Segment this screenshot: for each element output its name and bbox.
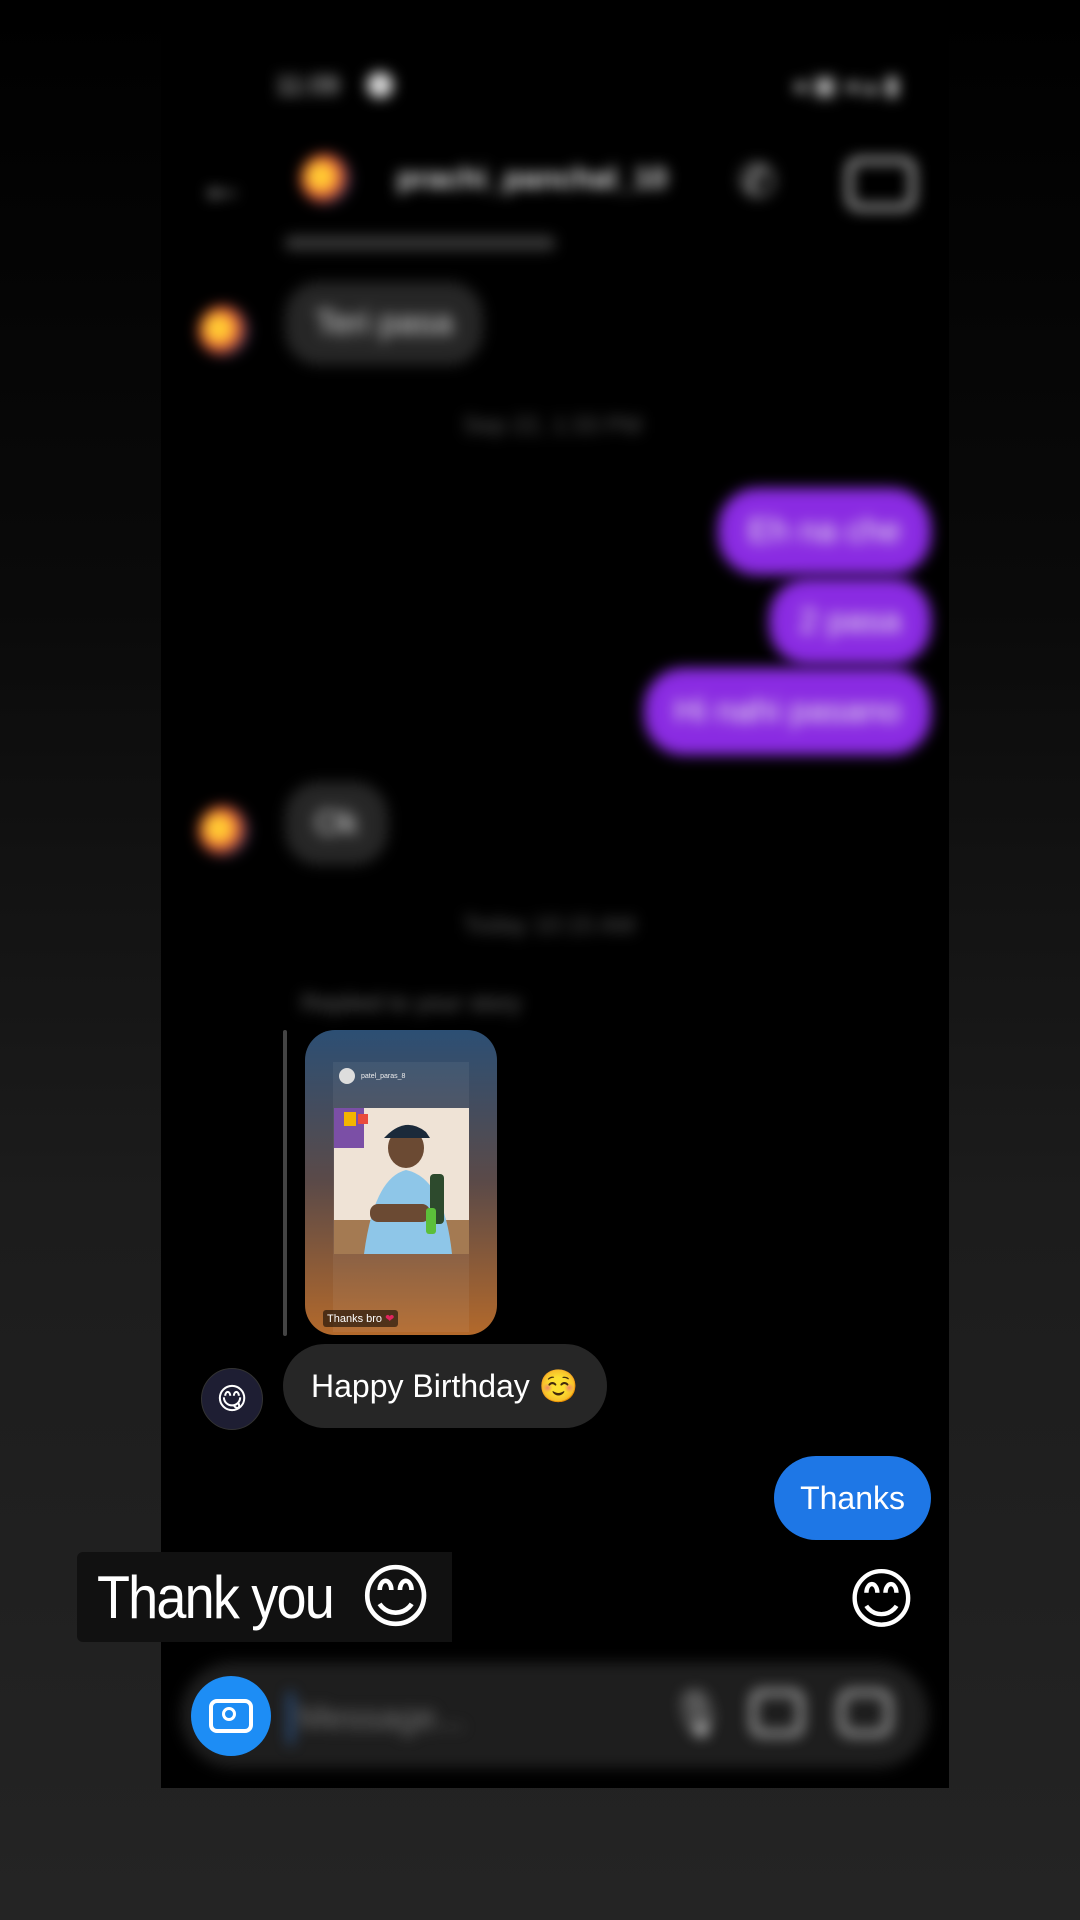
status-icons: ◂ ▣ ◂ ▴ ▮ — [792, 70, 899, 100]
phone-call-icon[interactable]: ✆ — [739, 156, 776, 207]
video-call-icon[interactable] — [847, 158, 915, 210]
story-photo — [334, 1108, 469, 1254]
incoming-message[interactable]: Happy Birthday ☺️ — [283, 1344, 607, 1428]
story-caption-text: Thanks bro — [327, 1313, 383, 1325]
overlay-caption-text: Thank you — [97, 1563, 335, 1631]
heart-icon: ❤ — [385, 1313, 395, 1325]
status-bar: 11:09 ◂ ▣ ◂ ▴ ▮ — [161, 62, 949, 112]
chat-subtext — [285, 236, 555, 250]
story-username: patel_paras_8 — [361, 1072, 406, 1080]
camera-button[interactable] — [191, 1676, 271, 1756]
status-time: 11:09 — [276, 70, 340, 100]
notification-dot-icon — [367, 72, 393, 98]
emoji-message[interactable]: 😊 — [847, 1566, 916, 1632]
chat-username[interactable]: prachi_panchal_10 — [397, 162, 667, 196]
incoming-message[interactable]: Teri pasa — [285, 282, 483, 365]
sticker-icon[interactable] — [839, 1690, 891, 1736]
message-input[interactable] — [289, 1692, 620, 1744]
story-caption: Thanks bro ❤ — [323, 1310, 399, 1327]
overlay-caption: Thank you 😊 — [77, 1552, 453, 1642]
phone-screen: 11:09 ◂ ▣ ◂ ▴ ▮ ← prachi_panchal_10 ✆ Te… — [161, 0, 949, 1788]
timestamp: Sep 22, 1:33 PM — [463, 412, 642, 439]
replied-to-story-label: Replied to your story — [301, 990, 522, 1017]
header-avatar[interactable] — [301, 154, 351, 204]
story-avatar — [339, 1068, 355, 1084]
story-reply-card[interactable]: patel_paras_8 Thanks bro ❤ — [305, 1030, 497, 1335]
timestamp: Today 10:15 AM — [463, 912, 636, 939]
story-photo-image — [334, 1108, 469, 1254]
camera-icon — [209, 1699, 253, 1733]
microphone-icon[interactable]: 🎙 — [669, 1688, 725, 1740]
outgoing-message[interactable]: Eh na che — [717, 488, 931, 575]
back-arrow-icon[interactable]: ← — [199, 158, 245, 212]
incoming-message[interactable]: Ok — [285, 782, 389, 865]
sender-avatar[interactable] — [199, 806, 249, 856]
outgoing-message[interactable]: Thanks — [774, 1456, 931, 1540]
story-header: patel_paras_8 — [339, 1068, 405, 1084]
chat-header: ← prachi_panchal_10 ✆ — [161, 150, 949, 212]
smiling-face-emoji: 😊 — [359, 1558, 433, 1636]
sender-avatar[interactable]: 😋 — [201, 1368, 263, 1430]
sender-avatar[interactable] — [199, 306, 249, 356]
outgoing-message[interactable]: Hi nahi pasano — [644, 668, 931, 755]
reply-indicator-bar — [283, 1030, 287, 1336]
gallery-icon[interactable] — [751, 1690, 803, 1736]
outgoing-message[interactable]: 2 pasa — [768, 578, 931, 665]
